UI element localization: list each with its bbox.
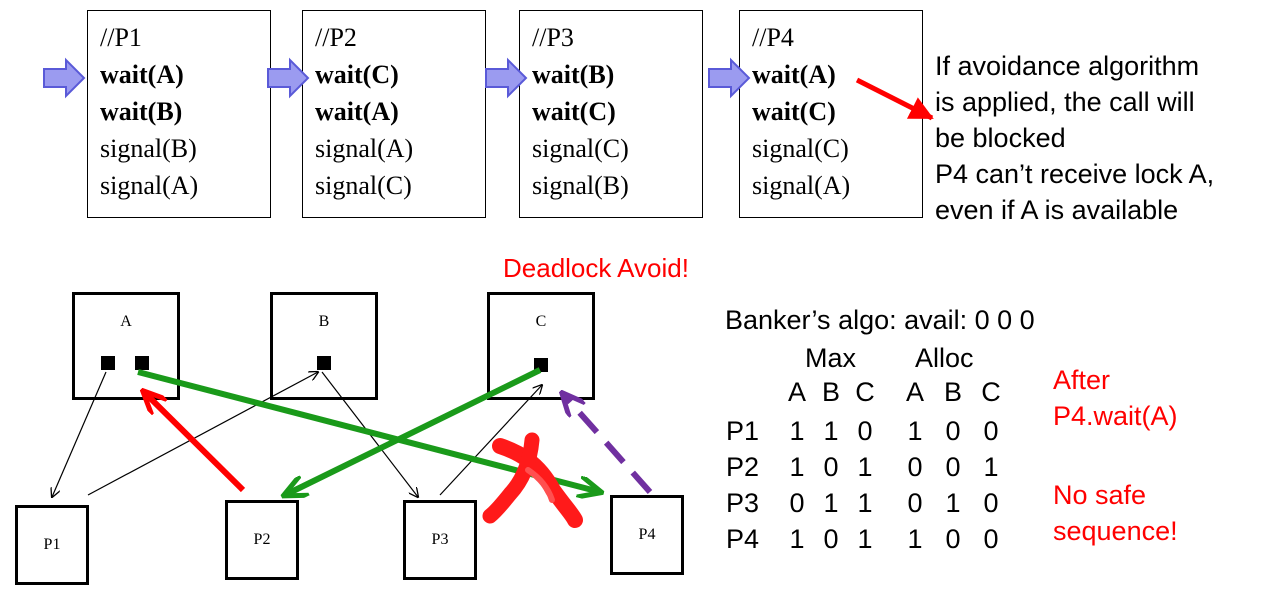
table-cell: 0 [823,524,839,554]
edge-p2-to-a [144,392,246,493]
table-cell: 0 [983,488,999,518]
column-header: B [821,377,840,407]
table-cell: 0 [945,524,961,554]
edge-c-to-p2 [285,367,542,495]
after-note-line: P4.wait(A) [1053,401,1178,431]
no-safe-note-line: sequence! [1053,516,1178,546]
pc-arrow-p4 [708,57,751,99]
table-cell: 0 [907,488,923,518]
table-cell: 1 [945,488,961,518]
table-cell: 0 [907,452,923,482]
after-note-line: After [1053,365,1111,395]
table-cell: 1 [857,452,873,482]
edge-a-to-p1 [52,371,107,497]
pc-arrow-p3 [485,57,528,99]
table-cell: 1 [907,524,923,554]
edge-p4-to-c-claim [563,394,653,494]
table-cell: 1 [857,524,873,554]
table-cell: 0 [945,452,961,482]
max-header: Max [805,343,857,373]
alloc-header: Alloc [915,343,974,373]
table-cell: 1 [823,488,839,518]
row-label: P2 [726,452,760,482]
column-header: B [943,377,962,407]
table-cell: 1 [789,452,805,482]
table-cell: 1 [823,416,839,446]
table-cell: 1 [857,488,873,518]
column-header: C [981,377,1001,407]
table-cell: 1 [789,524,805,554]
row-label: P3 [726,488,760,518]
blocked-call-arrow [855,77,934,121]
after-note: After P4.wait(A) [1053,362,1178,434]
table-cell: 0 [983,524,999,554]
no-safe-note-line: No safe [1053,480,1147,510]
pc-arrow-p1 [43,57,86,99]
table-cell: 1 [789,416,805,446]
table-cell: 0 [857,416,873,446]
column-header: A [787,377,806,407]
table-cell: 0 [983,416,999,446]
pc-arrow-p2 [267,57,310,99]
row-label: P4 [726,524,760,554]
table-cell: 1 [983,452,999,482]
column-header: A [905,377,924,407]
row-label: P1 [726,416,760,446]
no-safe-note: No safe sequence! [1053,477,1178,549]
column-header: C [855,377,875,407]
table-cell: 0 [789,488,805,518]
bankers-title: Banker’s algo: avail: 0 0 0 [725,305,1035,335]
table-cell: 0 [823,452,839,482]
table-cell: 1 [907,416,923,446]
table-cell: 0 [945,416,961,446]
